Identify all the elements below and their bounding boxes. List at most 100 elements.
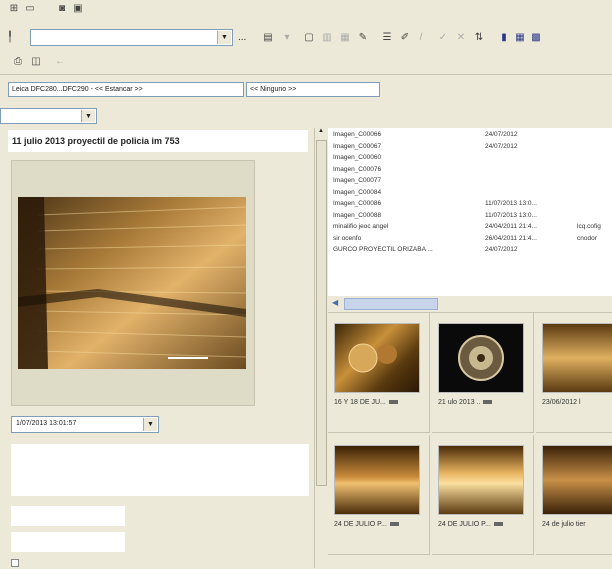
file-date: 26/04/2011 21:4... [485, 234, 537, 242]
new-document-icon[interactable]: ▢ [303, 31, 315, 43]
file-date: 24/04/2011 21:4... [485, 223, 537, 230]
horizontal-scroll-thumb[interactable] [344, 298, 438, 310]
comment-textarea[interactable] [11, 444, 309, 496]
pin-icon[interactable]: ▾ [281, 31, 293, 43]
image-title-box: 11 julio 2013 proyectil de policia im 75… [8, 130, 308, 152]
camera-filter-field[interactable]: Leica DFC280...DFC290 - << Estancar >> [8, 82, 244, 97]
text-input-2[interactable] [11, 532, 125, 552]
top-icon-bar: ⊞ ▭ ◙ ▣ [0, 0, 612, 16]
file-date: 24/07/2012 [485, 131, 518, 138]
thumbnail-caption: 23/06/2012 l [542, 399, 581, 406]
check-icon[interactable]: ✓ [437, 31, 449, 43]
chevron-down-icon[interactable]: ▼ [143, 418, 157, 431]
paste-icon[interactable]: ▦ [339, 31, 351, 43]
thumbnail-cell[interactable]: 24 de julio tier [536, 435, 612, 555]
rename-icon[interactable]: ✐ [399, 31, 411, 43]
save-icon[interactable]: ▤ [262, 31, 274, 43]
date-select[interactable]: 1/07/2013 13:01:57 ▼ [11, 416, 159, 433]
delete-icon[interactable]: ✕ [455, 31, 467, 43]
thumbnail-image [438, 445, 524, 515]
file-name: Imagen_C00076 [333, 165, 382, 173]
file-list-row[interactable]: Imagen_C00077 [333, 176, 612, 186]
window-icon[interactable]: ▭ [24, 2, 36, 14]
file-name: GURCO PROYECTIL ORIZABA ... [333, 246, 433, 253]
main-toolbar: ╿ ▼ ... ▤ ▾ ▢ ▥ ▦ ✎ ☰ ✐ / ✓ ✕ ⇅ ▮ ▦ ▩ [0, 26, 612, 48]
thumbnail-grid: 16 Y 18 DE JU... 21 ulo 2013 .. 23/06/20… [328, 312, 612, 569]
thumbnail-caption: 24 de julio tier [542, 521, 586, 528]
thumbnail-image [542, 445, 612, 515]
file-name: Imagen_C00067 [333, 142, 382, 150]
thumbnail-cell[interactable]: 24 DE JULIO P... [432, 435, 534, 555]
list-view-icon[interactable]: ▦ [514, 31, 526, 43]
print-icon[interactable]: ⎙ [12, 55, 24, 67]
file-list-row[interactable]: Imagen_C00086 11/07/2013 13:0... [333, 199, 612, 209]
file-name: Imagen_C00086 [333, 200, 382, 207]
copy-icon[interactable]: ▥ [321, 31, 333, 43]
main-combo[interactable]: ▼ [30, 29, 233, 46]
file-name: Imagen_C00084 [333, 188, 382, 196]
thumbnail-cell[interactable]: 24 DE JULIO P... [328, 435, 430, 555]
toolbar-separator [0, 74, 612, 75]
scroll-left-arrow-icon[interactable]: ◀ [332, 298, 338, 307]
chevron-down-icon[interactable]: ▼ [81, 110, 95, 122]
thumbnail-cell[interactable]: 21 ulo 2013 .. [432, 313, 534, 433]
file-list-row[interactable]: sir ocenfo 26/04/2011 21:4... cnodor [333, 234, 612, 244]
list-horizontal-scrollbar[interactable]: ◀ [328, 296, 612, 310]
thumbnail-caption: 16 Y 18 DE JU... [334, 399, 398, 406]
secondary-combo[interactable]: ▼ [0, 108, 97, 124]
scroll-up-arrow-icon[interactable]: ▲ [316, 128, 326, 136]
stack-icon[interactable]: ☰ [381, 31, 393, 43]
pipe-icon: ╿ [6, 31, 14, 43]
file-date: 24/07/2012 [485, 246, 518, 253]
monitor-icon[interactable]: ▣ [72, 2, 84, 14]
thumbnail-image [334, 323, 420, 393]
nav-toolbar: ⎙ ◫ ← [0, 52, 612, 70]
file-name: minalifio jeoc angel [333, 223, 389, 230]
pencil-icon[interactable]: / [415, 31, 427, 43]
file-date: 24/07/2012 [485, 142, 518, 150]
tag-icon[interactable]: ✎ [357, 31, 369, 43]
thumbnail-cell[interactable]: 23/06/2012 l [536, 313, 612, 433]
bullet-microscope-image [18, 197, 246, 369]
file-list-row[interactable]: minalifio jeoc angel 24/04/2011 21:4... lc… [333, 222, 612, 232]
file-extra: lcq.cofig [577, 223, 601, 230]
left-scrollbar[interactable]: ▲ [314, 128, 327, 568]
file-list-row[interactable]: Imagen_C00076 [333, 165, 612, 175]
file-name: Imagen_C00066 [333, 131, 382, 138]
thumbnail-image [334, 445, 420, 515]
file-name: Imagen_C00077 [333, 177, 382, 184]
text-input-1[interactable] [11, 506, 125, 526]
cartridge-icon [348, 343, 397, 373]
camera-icon[interactable]: ◙ [56, 2, 68, 14]
preview-image [18, 197, 246, 369]
file-name: sir ocenfo [333, 234, 362, 242]
file-list-row[interactable]: Imagen_C00067 24/07/2012 [333, 142, 612, 152]
chevron-down-icon[interactable]: ▼ [217, 31, 231, 44]
ellipsis-button[interactable]: ... [238, 32, 246, 43]
date-value: 1/07/2013 13:01:57 [16, 420, 77, 427]
thumbnail-view-icon[interactable]: ▩ [530, 31, 542, 43]
file-list-row[interactable]: Imagen_C00088 11/07/2013 13:0... [333, 211, 612, 221]
file-date: 11/07/2013 13:0... [485, 211, 537, 219]
scroll-thumb[interactable] [316, 140, 327, 486]
grid-icon[interactable]: ⊞ [8, 2, 20, 14]
print-preview-icon[interactable]: ◫ [30, 55, 42, 67]
caption-bar-icon [493, 522, 503, 527]
file-list-row[interactable]: GURCO PROYECTIL ORIZABA ... 24/07/2012 [333, 245, 612, 255]
caption-bar-icon [389, 522, 399, 527]
image-title: 11 julio 2013 proyectil de policia im 75… [12, 136, 180, 146]
caption-bar-icon [483, 400, 493, 405]
sort-icon[interactable]: ⇅ [473, 31, 485, 43]
file-name: Imagen_C00060 [333, 154, 382, 161]
file-name: Imagen_C00088 [333, 211, 382, 219]
file-list-row[interactable]: Imagen_C00060 [333, 153, 612, 163]
file-list-row[interactable]: Imagen_C00084 [333, 188, 612, 198]
back-arrow-icon[interactable]: ← [54, 55, 66, 67]
secondary-filter-field[interactable]: << Ninguno >> [246, 82, 380, 97]
details-view-icon[interactable]: ▮ [498, 31, 510, 43]
file-list-row[interactable]: Imagen_C00066 24/07/2012 [333, 130, 612, 140]
thumbnail-caption: 24 DE JULIO P... [334, 521, 399, 528]
preview-frame [11, 160, 255, 406]
thumbnail-cell[interactable]: 16 Y 18 DE JU... [328, 313, 430, 433]
checkbox[interactable] [11, 559, 19, 567]
